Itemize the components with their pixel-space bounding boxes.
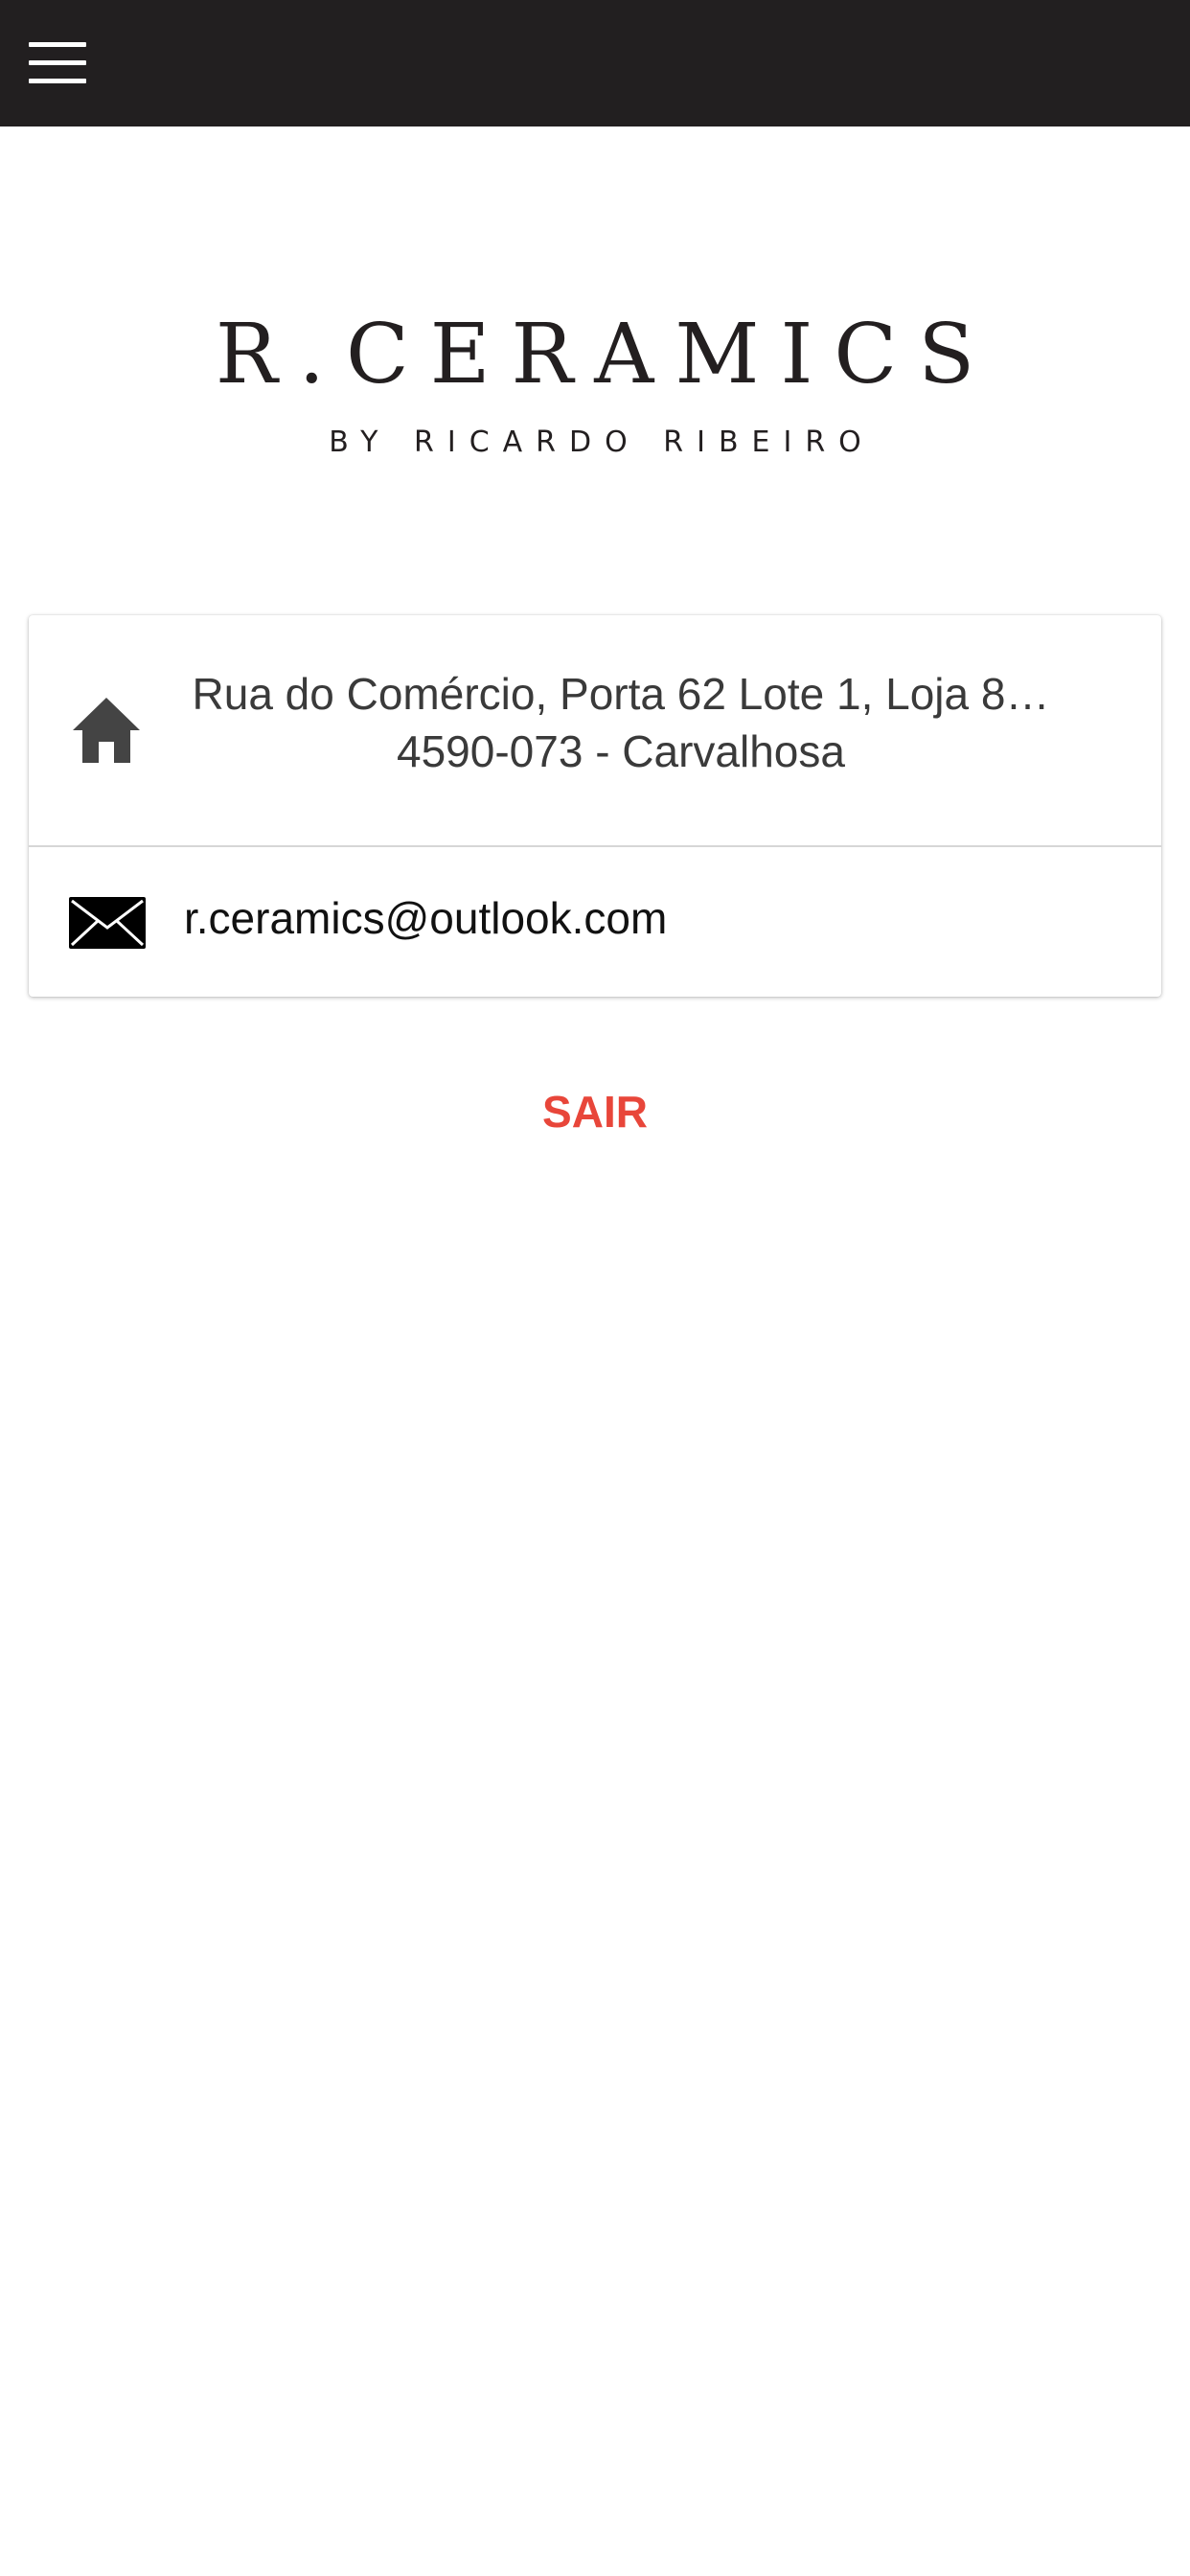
address-line-2: 4590-073 - Carvalhosa [397, 726, 845, 776]
contact-card: Rua do Comércio, Porta 62 Lote 1, Loja 8… [29, 615, 1161, 997]
brand-logo: R.CERAMICS BY RICARDO RIBEIRO [0, 307, 1190, 462]
address-row[interactable]: Rua do Comércio, Porta 62 Lote 1, Loja 8… [29, 615, 1161, 847]
logo-title: R.CERAMICS [215, 307, 996, 402]
home-icon [73, 698, 140, 763]
hamburger-menu-icon[interactable] [29, 42, 86, 84]
address-text: Rua do Comércio, Porta 62 Lote 1, Loja 8… [142, 665, 1100, 780]
logo-subtitle: BY RICARDO RIBEIRO [329, 426, 875, 459]
email-text: r.ceramics@outlook.com [184, 893, 668, 943]
email-row[interactable]: r.ceramics@outlook.com [29, 847, 1161, 997]
mail-icon [69, 897, 146, 949]
top-app-bar [0, 0, 1190, 126]
logout-button[interactable]: SAIR [499, 1077, 691, 1146]
address-line-1: Rua do Comércio, Porta 62 Lote 1, Loja 8… [192, 669, 1050, 719]
